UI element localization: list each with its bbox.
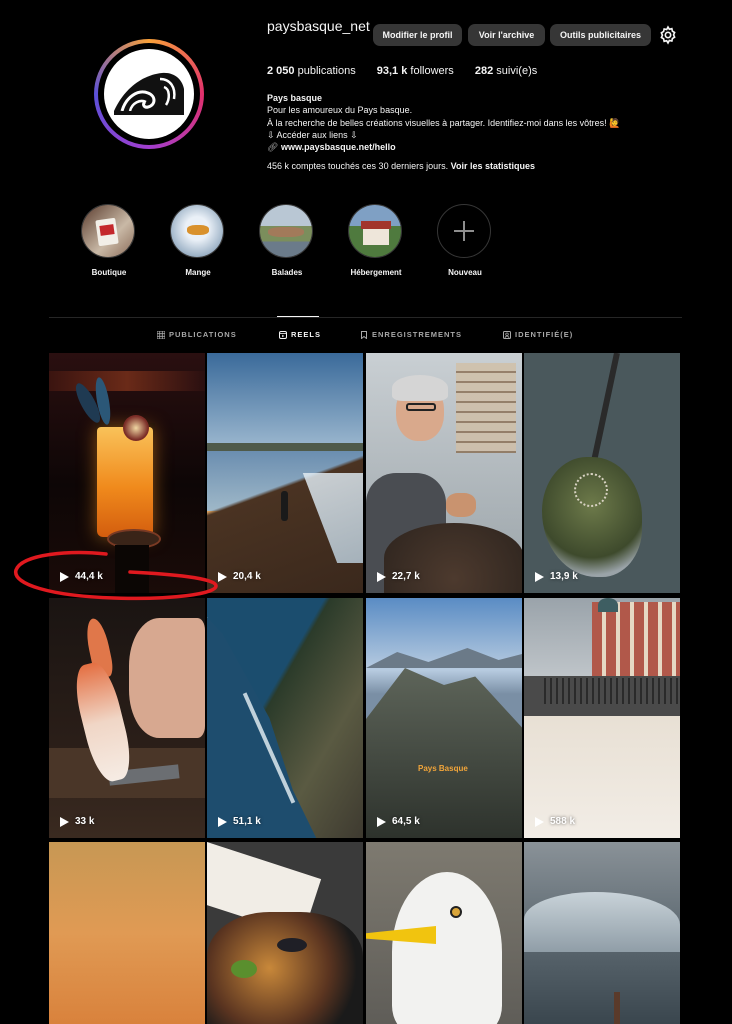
play-icon xyxy=(60,816,69,827)
reel-view-count: 13,9 k xyxy=(550,571,578,582)
tab-saved[interactable]: ENREGISTREMENTS xyxy=(360,330,462,339)
highlight-boutique[interactable]: Boutique xyxy=(79,204,139,284)
highlight-cover xyxy=(170,204,224,258)
reels-icon xyxy=(279,330,287,339)
highlight-cover xyxy=(259,204,313,258)
reel-thumbnail[interactable]: 588 k xyxy=(524,598,680,838)
reel-view-count: 22,7 k xyxy=(392,571,420,582)
reel-thumbnail[interactable]: 20,4 k xyxy=(207,353,363,593)
tab-publications[interactable]: PUBLICATIONS xyxy=(157,330,237,339)
reel-view-count: 51,1 k xyxy=(233,816,261,827)
profile-stats: 2 050 publications 93,1 k followers 282 … xyxy=(267,65,555,77)
reel-thumbnail[interactable]: Pays Basque 64,5 k xyxy=(366,598,522,838)
grid-icon xyxy=(157,330,165,339)
bio-name: Pays basque xyxy=(267,93,323,103)
bookmark-icon xyxy=(361,330,367,339)
profile-bio: Pays basque Pour les amoureux du Pays ba… xyxy=(267,92,687,153)
reel-view-count: 20,4 k xyxy=(233,571,261,582)
edit-profile-button[interactable]: Modifier le profil xyxy=(373,24,462,46)
plus-icon xyxy=(437,204,491,258)
active-tab-indicator xyxy=(277,316,319,317)
link-icon: 🔗︎ xyxy=(267,142,279,153)
reach-text: 456 k comptes touchés ces 30 derniers jo… xyxy=(267,161,449,171)
reel-thumbnail[interactable] xyxy=(524,842,680,1024)
posts-count[interactable]: 2 050 publications xyxy=(267,65,356,77)
view-archive-button[interactable]: Voir l'archive xyxy=(468,24,545,46)
tab-tagged[interactable]: IDENTIFIÉ(E) xyxy=(503,330,573,339)
reel-thumbnail[interactable]: 51,1 k xyxy=(207,598,363,838)
play-icon xyxy=(535,816,544,827)
tagged-user-icon xyxy=(503,330,511,339)
bio-line: ⇩ Accéder aux liens ⇩ xyxy=(267,129,358,140)
play-icon xyxy=(377,816,386,827)
ad-tools-button[interactable]: Outils publicitaires xyxy=(550,24,651,46)
bio-line: Pour les amoureux du Pays basque. xyxy=(267,105,413,116)
highlight-cover xyxy=(348,204,402,258)
following-count[interactable]: 282 suivi(e)s xyxy=(475,65,537,77)
reel-view-count: 588 k xyxy=(550,816,576,827)
bio-link[interactable]: www.paysbasque.net/hello xyxy=(281,142,396,152)
wave-logo-icon xyxy=(104,49,194,139)
profile-avatar[interactable] xyxy=(94,39,204,149)
view-insights-link[interactable]: Voir les statistiques xyxy=(451,161,535,171)
reel-thumbnail[interactable]: 13,9 k xyxy=(524,353,680,593)
tab-reels[interactable]: REELS xyxy=(279,330,321,339)
reel-view-count: 64,5 k xyxy=(392,816,420,827)
reel-thumbnail[interactable]: 33 k xyxy=(49,598,205,838)
reach-summary: 456 k comptes touchés ces 30 derniers jo… xyxy=(267,161,535,171)
highlight-label: Nouveau xyxy=(448,268,482,277)
tabs-divider xyxy=(49,317,682,318)
highlight-label: Balades xyxy=(271,268,303,277)
play-icon xyxy=(218,816,227,827)
reel-thumbnail[interactable] xyxy=(207,842,363,1024)
reel-view-count: 33 k xyxy=(75,816,95,827)
play-icon xyxy=(377,571,386,582)
gear-icon[interactable] xyxy=(658,25,678,45)
reel-thumbnail[interactable] xyxy=(366,842,522,1024)
highlight-hebergement[interactable]: Hébergement xyxy=(346,204,406,284)
profile-username: paysbasque_net xyxy=(267,18,370,34)
highlight-mange[interactable]: Mange xyxy=(168,204,228,284)
highlight-label: Mange xyxy=(185,268,211,277)
new-highlight-button[interactable]: Nouveau xyxy=(435,204,495,284)
highlight-cover xyxy=(81,204,135,258)
play-icon xyxy=(535,571,544,582)
red-annotation-circle xyxy=(14,550,218,601)
reel-thumbnail[interactable] xyxy=(49,842,205,1024)
bio-line: À la recherche de belles créations visue… xyxy=(267,117,621,128)
reel-thumbnail[interactable]: 22,7 k xyxy=(366,353,522,593)
highlight-balades[interactable]: Balades xyxy=(257,204,317,284)
highlight-label: Boutique xyxy=(91,268,127,277)
followers-count[interactable]: 93,1 k followers xyxy=(377,65,454,77)
highlight-label: Hébergement xyxy=(350,268,402,277)
bio-link-row[interactable]: 🔗︎ www.paysbasque.net/hello xyxy=(267,141,687,153)
reel-overlay-text: Pays Basque xyxy=(418,764,468,773)
